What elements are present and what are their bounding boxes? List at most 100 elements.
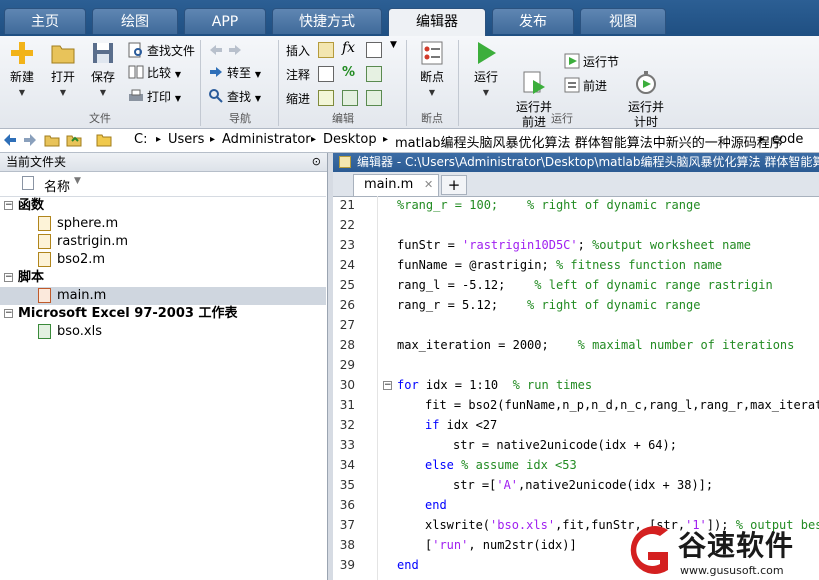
breakpoints-button[interactable]: 断点 ▼ <box>414 40 450 100</box>
breadcrumb-separator-icon[interactable]: ▸ <box>383 134 388 145</box>
insert-button[interactable]: 插入 <box>286 41 310 61</box>
file-group-header[interactable]: − Microsoft Excel 97-2003 工作表 <box>0 305 326 323</box>
chevron-down-icon[interactable]: ▼ <box>390 40 397 50</box>
insert-section-icon[interactable] <box>318 42 334 58</box>
column-header[interactable]: 名称 ▼ <box>0 172 326 197</box>
file-item[interactable]: bso2.m <box>0 251 326 269</box>
breadcrumb-item[interactable]: code <box>772 132 803 147</box>
line-number: 37 <box>339 518 355 532</box>
code-line[interactable]: fit = bso2(funName,n_p,n_d,n_c,rang_l,ra… <box>425 398 819 412</box>
print-button[interactable]: 打印 ▼ <box>128 87 181 107</box>
code-line[interactable]: str = native2unicode(idx + 64); <box>453 438 677 452</box>
code-line[interactable]: funName = @rastrigin; % fitness function… <box>397 258 722 272</box>
comment-button[interactable]: 注释 <box>286 65 310 85</box>
watermark-brand: 谷速软件 <box>678 529 795 562</box>
file-item[interactable]: sphere.m <box>0 215 326 233</box>
code-token: str = native2unicode(idx + 64); <box>453 438 677 452</box>
code-line[interactable]: end <box>425 498 447 512</box>
smart-indent-icon[interactable] <box>318 90 334 106</box>
file-item[interactable]: rastrigin.m <box>0 233 326 251</box>
back-arrow-icon[interactable] <box>2 132 18 148</box>
file-item[interactable]: bso.xls <box>0 323 326 341</box>
open-label: 打开 <box>50 70 75 84</box>
file-item[interactable]: main.m <box>0 287 326 305</box>
line-number: 24 <box>339 258 355 272</box>
code-line[interactable]: ['run', num2str(idx)] <box>425 538 577 552</box>
run-section-button[interactable]: 运行节 <box>564 52 619 72</box>
open-button[interactable]: 打开 ▼ <box>46 40 80 100</box>
breadcrumb-item[interactable]: Administrator <box>222 132 311 147</box>
chevron-down-icon: ▼ <box>59 88 67 97</box>
line-number: 32 <box>339 418 355 432</box>
code-line[interactable]: if idx <27 <box>425 418 497 432</box>
add-tab-button[interactable]: + <box>441 175 467 195</box>
compare-button[interactable]: 比较 ▼ <box>128 63 181 83</box>
code-line[interactable]: else % assume idx <53 <box>425 458 577 472</box>
uncomment-icon[interactable] <box>366 66 382 82</box>
close-icon[interactable]: ✕ <box>424 175 433 195</box>
save-label: 保存 <box>90 70 115 84</box>
fx-button[interactable]: fx <box>342 40 355 56</box>
editor-tab-main[interactable]: main.m ✕ <box>353 174 439 196</box>
collapse-icon[interactable]: − <box>4 309 13 318</box>
new-button[interactable]: 新建 ▼ <box>4 40 40 100</box>
decrease-indent-icon[interactable] <box>366 90 382 106</box>
code-line[interactable]: for idx = 1:10 % run times <box>397 378 592 392</box>
indent-button[interactable]: 缩进 <box>286 89 310 109</box>
code-line[interactable]: funStr = 'rastrigin10D5C'; %output works… <box>397 238 751 252</box>
line-number: 30 <box>339 378 355 392</box>
code-line[interactable]: rang_l = -5.12; % left of dynamic range … <box>397 278 773 292</box>
code-line[interactable]: %rang_r = 100; % right of dynamic range <box>397 198 700 212</box>
run-button[interactable]: 运行 ▼ <box>466 40 506 100</box>
code-line[interactable]: rang_r = 5.12; % right of dynamic range <box>397 298 700 312</box>
file-group-header[interactable]: − 函数 <box>0 197 326 215</box>
tab-apps[interactable]: APP <box>184 8 266 34</box>
browse-folder-icon[interactable] <box>66 132 82 148</box>
breadcrumb-separator-icon[interactable]: ▸ <box>156 134 161 145</box>
advance-icon <box>564 77 580 93</box>
find-files-label: 查找文件 <box>147 44 196 58</box>
breadcrumb-item[interactable]: Desktop <box>323 132 377 147</box>
breadcrumb-separator-icon[interactable]: ▸ <box>210 134 215 145</box>
file-group-header[interactable]: − 脚本 <box>0 269 326 287</box>
collapse-icon[interactable]: − <box>4 273 13 282</box>
watermark-logo <box>630 526 668 574</box>
tab-view[interactable]: 视图 <box>580 8 666 34</box>
code-line[interactable]: str =['A',native2unicode(idx + 38)]; <box>453 478 713 492</box>
advance-button[interactable]: 前进 <box>564 76 607 96</box>
tab-plots[interactable]: 绘图 <box>92 8 178 34</box>
save-button[interactable]: 保存 ▼ <box>86 40 120 100</box>
panel-menu-icon[interactable]: ⊙ <box>312 153 321 171</box>
increase-indent-icon[interactable] <box>342 90 358 106</box>
find-button[interactable]: 查找 ▼ <box>208 87 261 107</box>
address-bar[interactable]: C: ▸ Users ▸ Administrator ▸ Desktop ▸ matlab编程头… <box>0 129 819 153</box>
chevron-down-icon: ▼ <box>254 70 261 79</box>
insert-function-icon[interactable] <box>366 42 382 58</box>
forward-arrow-icon[interactable] <box>22 132 38 148</box>
code-fold-icon[interactable]: − <box>383 381 392 390</box>
collapse-icon[interactable]: − <box>4 201 13 210</box>
goto-button[interactable]: 转至 ▼ <box>208 63 261 83</box>
tab-publish[interactable]: 发布 <box>492 8 574 34</box>
up-folder-icon[interactable] <box>44 132 60 148</box>
find-files-button[interactable]: 查找文件 <box>128 41 195 61</box>
breadcrumb-item[interactable]: matlab编程头脑风暴优化算法 群体智能算法中新兴的一种源码程序 <box>395 132 783 151</box>
tab-home[interactable]: 主页 <box>4 8 86 34</box>
tab-editor[interactable]: 编辑器 <box>388 8 486 36</box>
line-number: 26 <box>339 298 355 312</box>
comment-block-icon[interactable] <box>318 66 334 82</box>
function-file-icon <box>38 216 51 231</box>
breakpoints-group-label: 断点 <box>421 112 443 125</box>
code-line[interactable]: end <box>397 558 419 572</box>
magnifier-icon <box>208 88 224 104</box>
panel-title: 当前文件夹 <box>6 155 67 169</box>
comment-percent-button[interactable]: % <box>342 65 355 80</box>
tab-shortcuts[interactable]: 快捷方式 <box>272 8 382 34</box>
back-forward-buttons[interactable] <box>208 41 246 61</box>
breadcrumb-separator-icon[interactable]: ▸ <box>760 134 765 145</box>
breadcrumb-item[interactable]: Users <box>168 132 204 147</box>
compare-label: 比较 <box>147 66 172 80</box>
breadcrumb-separator-icon[interactable]: ▸ <box>311 134 316 145</box>
breadcrumb-item[interactable]: C: <box>134 132 147 147</box>
code-line[interactable]: max_iteration = 2000; % maximal number o… <box>397 338 794 352</box>
